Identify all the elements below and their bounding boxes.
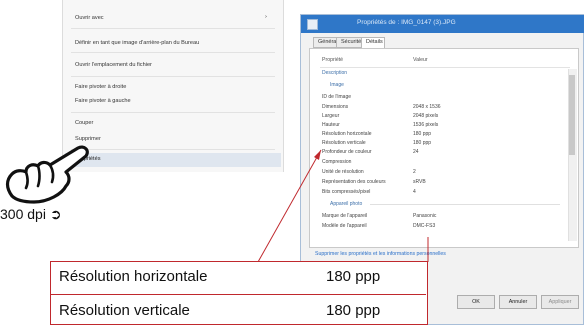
callout-arrowhead-icon (314, 150, 321, 160)
zoom-value-horizontal: 180 ppp (326, 268, 381, 285)
zoom-value-vertical: 180 ppp (326, 302, 381, 319)
zoom-label-horizontal: Résolution horizontale (59, 268, 208, 285)
zoom-separator (51, 294, 426, 295)
zoom-callout-box: Résolution horizontale 180 ppp Résolutio… (50, 261, 428, 325)
zoom-label-vertical: Résolution verticale (59, 302, 190, 319)
